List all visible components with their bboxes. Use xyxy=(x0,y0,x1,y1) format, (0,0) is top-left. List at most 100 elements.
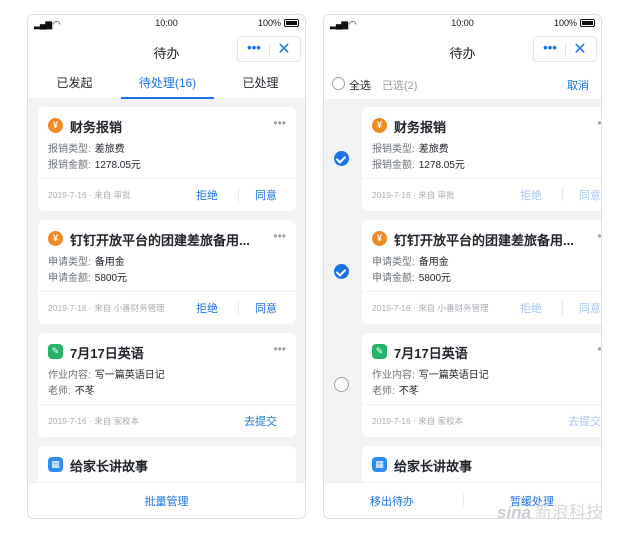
todo-card[interactable]: ✎ 7月17日英语 ••• 作业内容:写一篇英语日记 老师:不苳 2019-7-… xyxy=(362,333,602,437)
tab-initiated[interactable]: 已发起 xyxy=(28,74,121,91)
card-field: 申请金额: 5800元 xyxy=(372,273,452,284)
card-field: 报销金额: 1278.05元 xyxy=(48,160,141,171)
card-divider xyxy=(362,178,601,179)
selected-count: 已选(2) xyxy=(382,80,418,92)
card-more-icon[interactable]: ••• xyxy=(273,116,286,130)
expense-icon: ¥ xyxy=(48,118,63,133)
status-bar: ▂▄▆ ◠ 10:00 100% xyxy=(324,15,601,33)
card-title: 财务报销 xyxy=(70,120,123,135)
approve-button: 同意 xyxy=(579,190,601,202)
card-divider xyxy=(38,291,296,292)
todo-card[interactable]: ¥ 财务报销 ••• 报销类型:差旅费 报销金额:1278.05元 2019-7… xyxy=(38,107,296,211)
card-meta: 2019-7-16 · 来自 审批 xyxy=(48,190,131,200)
card-title: 给家长讲故事 xyxy=(394,459,473,474)
close-icon[interactable]: ✕ xyxy=(564,39,596,59)
tab-bar: 已发起 待处理(16) 已处理 xyxy=(28,69,305,99)
bottom-bar: 批量管理 xyxy=(28,482,305,518)
tab-active-indicator xyxy=(121,97,214,99)
expense-icon: ¥ xyxy=(372,231,387,246)
more-icon[interactable]: ••• xyxy=(238,40,270,55)
todo-card[interactable]: ✎ 7月17日英语 ••• 作业内容:写一篇英语日记 老师:不苳 2019-7-… xyxy=(38,333,296,437)
watermark-text: 新浪科技 xyxy=(535,503,604,522)
card-divider xyxy=(362,291,601,292)
action-divider xyxy=(562,301,563,315)
battery-icon xyxy=(284,19,299,27)
checkbox-checked[interactable] xyxy=(334,151,349,166)
todo-card[interactable]: ¥ 钉钉开放平台的团建差旅备用... ••• 申请类型:备用金 申请金额:580… xyxy=(38,220,296,324)
card-title: 给家长讲故事 xyxy=(70,459,149,474)
batch-manage-button[interactable]: 批量管理 xyxy=(28,493,305,509)
nav-bar: 待办 ••• ✕ xyxy=(28,33,305,69)
reject-button[interactable]: 拒绝 xyxy=(196,300,218,316)
card-more-icon[interactable]: ••• xyxy=(273,229,286,243)
cancel-button[interactable]: 取消 xyxy=(567,77,589,93)
submit-button: 去提交 xyxy=(568,416,601,428)
battery-percent: 100% xyxy=(257,18,281,28)
tab-pending[interactable]: 待处理(16) xyxy=(121,74,214,91)
card-field: 报销类型: 差旅费 xyxy=(372,144,449,155)
action-divider xyxy=(562,188,563,202)
todo-card[interactable]: ¥ 钉钉开放平台的团建差旅备用... ••• 申请类型:备用金 申请金额:580… xyxy=(362,220,602,324)
battery-percent: 100% xyxy=(553,18,577,28)
select-all-label[interactable]: 全选 xyxy=(349,77,371,93)
checkbox-unchecked[interactable] xyxy=(334,377,349,392)
card-meta: 2019-7-16 · 来自 家校本 xyxy=(372,416,464,426)
sina-tech-watermark: sina 新浪科技 xyxy=(497,498,603,523)
card-meta: 2019-7-16 · 来自 家校本 xyxy=(48,416,140,426)
calendar-icon: ▦ xyxy=(372,457,387,472)
selection-bar: 全选 已选(2) 取消 xyxy=(324,69,601,99)
card-title: 7月17日英语 xyxy=(394,346,468,361)
card-meta: 2019-7-16 · 来自 审批 xyxy=(372,190,455,200)
card-more-icon: ••• xyxy=(597,116,602,130)
mini-app-capsule: ••• ✕ xyxy=(533,36,597,62)
card-field: 申请类型: 备用金 xyxy=(372,257,449,268)
tab-processed[interactable]: 已处理 xyxy=(214,74,305,91)
action-divider xyxy=(238,301,239,315)
card-title: 财务报销 xyxy=(394,120,447,135)
card-field: 申请类型: 备用金 xyxy=(48,257,125,268)
battery-icon xyxy=(580,19,595,27)
nav-bar: 待办 ••• ✕ xyxy=(324,33,601,69)
more-icon[interactable]: ••• xyxy=(534,40,566,55)
phone-screen-batch: ▂▄▆ ◠ 10:00 100% 待办 ••• ✕ 全选 已选(2) 取消 ¥ … xyxy=(323,14,602,519)
phone-screen-pending: ▂▄▆ ◠ 10:00 100% 待办 ••• ✕ 已发起 待处理(16) 已处… xyxy=(27,14,306,519)
card-divider xyxy=(38,404,296,405)
card-field: 作业内容: 写一篇英语日记 xyxy=(48,370,165,381)
approve-button: 同意 xyxy=(579,303,601,315)
approve-button[interactable]: 同意 xyxy=(255,187,277,203)
reject-button[interactable]: 拒绝 xyxy=(196,187,218,203)
card-more-icon[interactable]: ••• xyxy=(273,342,286,356)
homework-icon: ✎ xyxy=(372,344,387,359)
move-out-button[interactable]: 移出待办 xyxy=(370,493,414,509)
close-icon[interactable]: ✕ xyxy=(268,39,300,59)
card-meta: 2019-7-16 · 来自 小番财务管理 xyxy=(372,303,489,313)
bottom-divider xyxy=(463,494,464,506)
card-field: 老师: 不苳 xyxy=(372,386,419,397)
reject-button: 拒绝 xyxy=(520,190,542,202)
homework-icon: ✎ xyxy=(48,344,63,359)
card-field: 作业内容: 写一篇英语日记 xyxy=(372,370,489,381)
mini-app-capsule: ••• ✕ xyxy=(237,36,301,62)
card-field: 申请金额: 5800元 xyxy=(48,273,128,284)
card-divider xyxy=(362,404,601,405)
card-field: 报销金额: 1278.05元 xyxy=(372,160,465,171)
status-bar: ▂▄▆ ◠ 10:00 100% xyxy=(28,15,305,33)
card-field: 报销类型: 差旅费 xyxy=(48,144,125,155)
card-more-icon: ••• xyxy=(597,229,602,243)
watermark-logo: sina xyxy=(497,503,532,522)
expense-icon: ¥ xyxy=(372,118,387,133)
checkbox-checked[interactable] xyxy=(334,264,349,279)
card-more-icon: ••• xyxy=(597,342,602,356)
action-divider xyxy=(238,188,239,202)
card-field: 老师: 不苳 xyxy=(48,386,95,397)
todo-card[interactable]: ¥ 财务报销 ••• 报销类型:差旅费 报销金额:1278.05元 2019-7… xyxy=(362,107,602,211)
card-title: 钉钉开放平台的团建差旅备用... xyxy=(394,233,574,248)
card-title: 7月17日英语 xyxy=(70,346,144,361)
card-meta: 2019-7-16 · 来自 小番财务管理 xyxy=(48,303,165,313)
card-divider xyxy=(38,178,296,179)
approve-button[interactable]: 同意 xyxy=(255,300,277,316)
expense-icon: ¥ xyxy=(48,231,63,246)
reject-button: 拒绝 xyxy=(520,303,542,315)
select-all-radio[interactable] xyxy=(332,77,345,90)
submit-button[interactable]: 去提交 xyxy=(244,413,277,429)
